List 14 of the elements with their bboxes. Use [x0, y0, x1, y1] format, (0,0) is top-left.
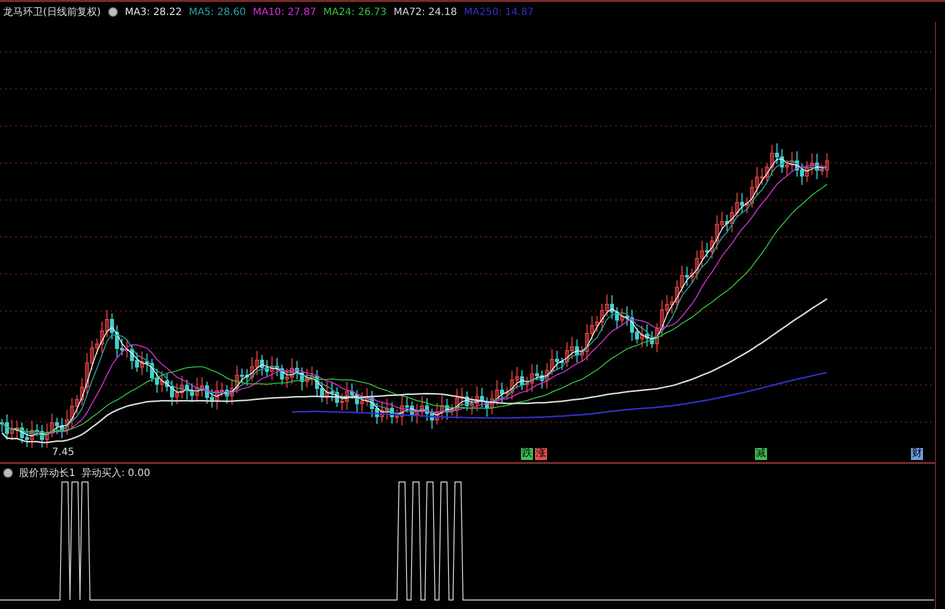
event-marker: 跌 [521, 448, 533, 460]
indicator-title: 股价异动长1 [19, 466, 76, 480]
indicator-reading: 异动买入: 0.00 [81, 466, 150, 480]
event-marker: 减 [755, 448, 767, 460]
chart-title: 龙马环卫(日线前复权) [3, 6, 101, 19]
event-marker: 财 [911, 448, 923, 460]
moving-average-label: MA10: 27.87 [252, 6, 316, 18]
low-price-label: 7.45 [52, 447, 74, 458]
moving-average-label: MA5: 28.60 [188, 6, 246, 18]
moving-average-label: MA3: 28.22 [124, 6, 182, 18]
moving-average-label: MA250: 14.87 [464, 6, 534, 18]
moving-average-label: MA24: 26.73 [323, 6, 387, 18]
event-marker: 涨 [535, 448, 547, 460]
moving-average-label: MA72: 24.18 [394, 6, 457, 18]
